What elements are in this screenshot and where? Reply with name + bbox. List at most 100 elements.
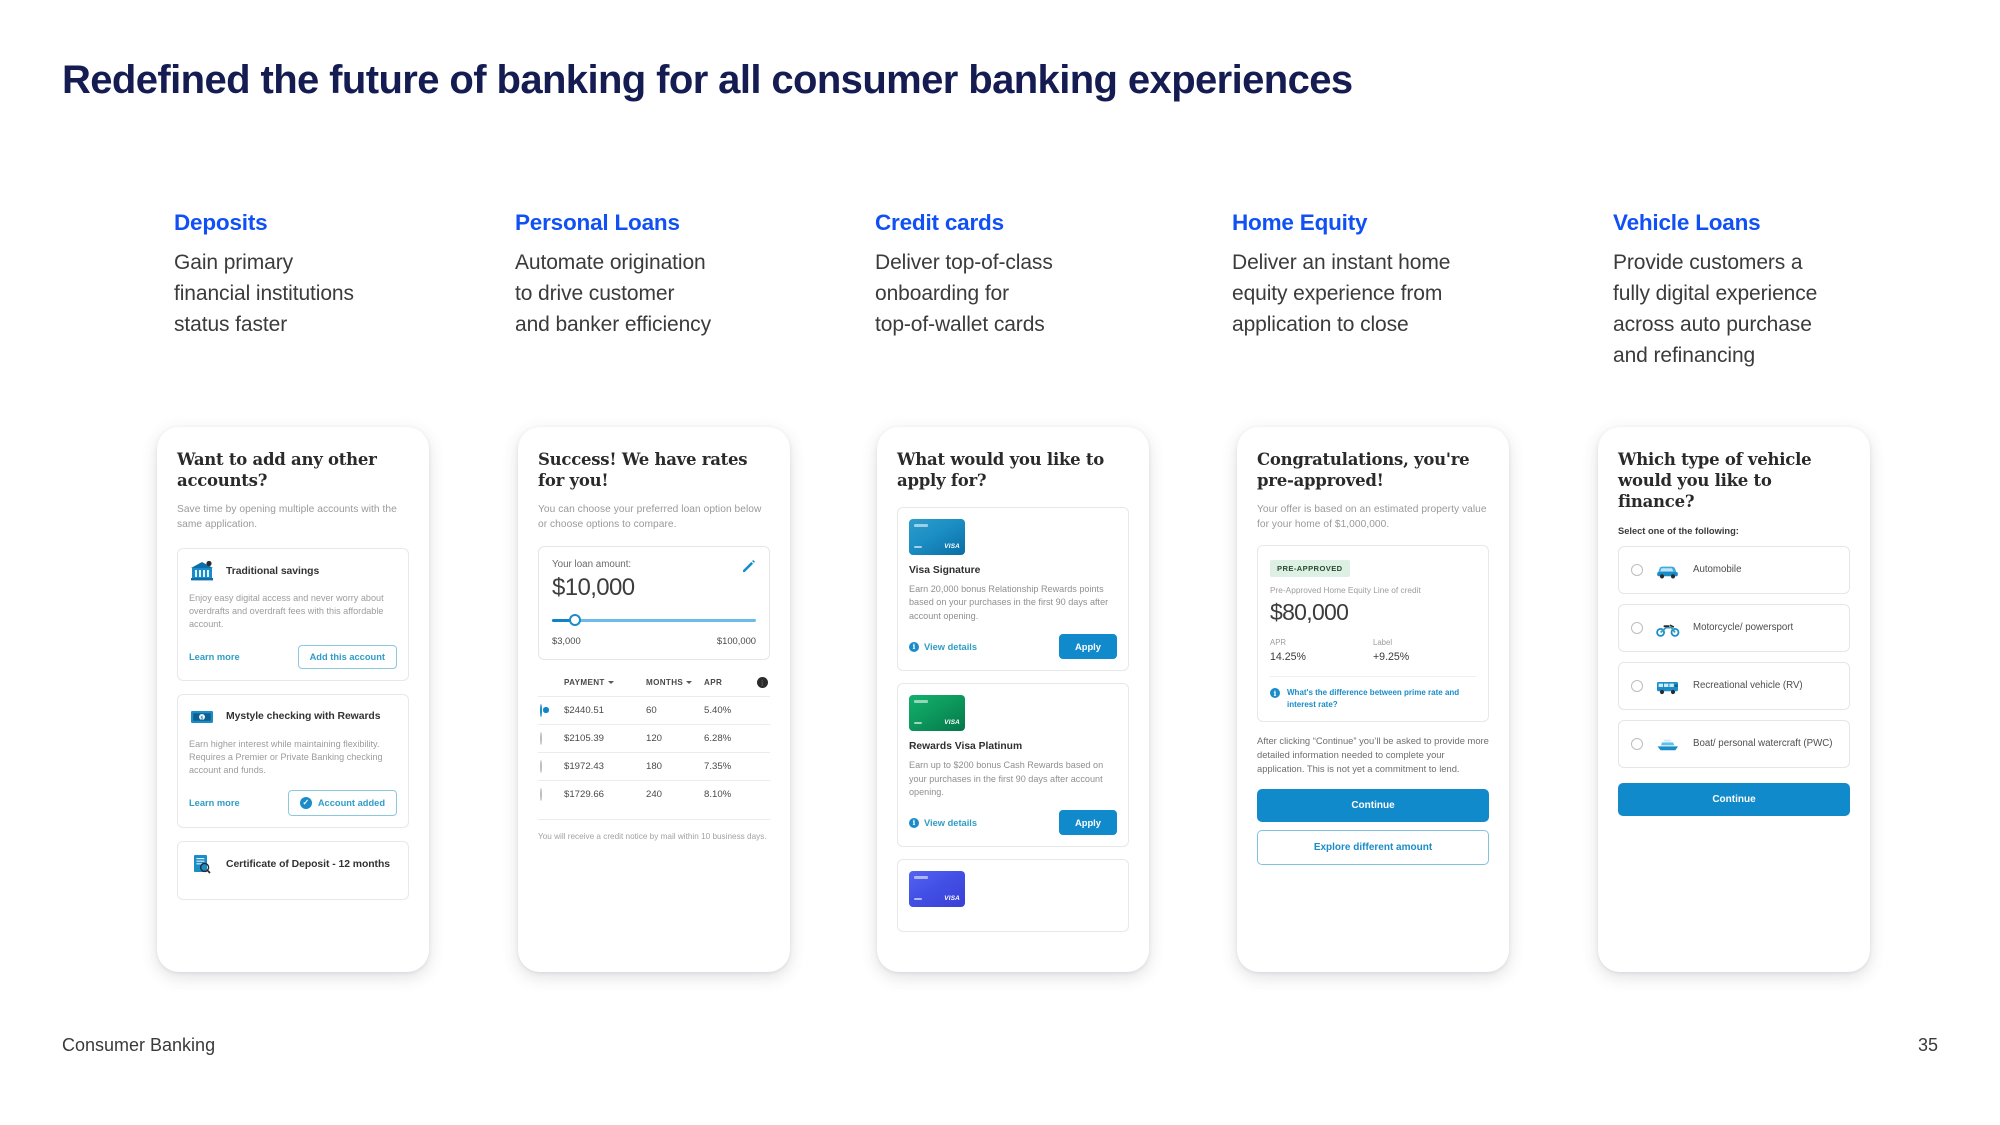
info-icon: i	[909, 817, 919, 828]
apr-key: APR	[1270, 638, 1287, 647]
card-name: Rewards Visa Platinum	[909, 741, 1023, 753]
table-row[interactable]: $2440.51 60 5.40%	[538, 696, 770, 724]
rate-radio[interactable]	[540, 760, 542, 773]
account-name: Mystyle checking with Rewards	[226, 711, 381, 723]
view-details-label: View details	[924, 817, 978, 828]
account-card-mystyle-checking[interactable]: $ Mystyle checking with Rewards Earn hig…	[177, 693, 409, 829]
vehicle-option-boat[interactable]: Boat/ personal watercraft (PWC)	[1618, 720, 1850, 768]
column-header-payment[interactable]: PAYMENT	[564, 678, 646, 687]
column-heading: Deposits	[174, 210, 268, 235]
rate-radio[interactable]	[540, 732, 542, 745]
screen-subtitle: Save time by opening multiple accounts w…	[177, 504, 397, 530]
slider-track	[552, 619, 756, 622]
column-description: Provide customers a fully digital experi…	[1613, 251, 1818, 367]
cell-payment: $2440.51	[564, 705, 605, 716]
apply-button[interactable]: Apply	[1058, 810, 1117, 836]
column-heading: Vehicle Loans	[1613, 210, 1761, 235]
view-details-link[interactable]: i View details	[909, 817, 978, 828]
edit-pencil-icon[interactable]	[742, 559, 756, 573]
pre-approved-offer-card: PRE-APPROVED Pre-Approved Home Equity Li…	[1257, 545, 1489, 723]
continue-button[interactable]: Continue	[1257, 789, 1489, 823]
apply-button[interactable]: Apply	[1058, 634, 1117, 660]
vehicle-radio[interactable]	[1631, 680, 1643, 692]
cell-apr: 8.10%	[704, 789, 732, 800]
visa-logo: VISA	[944, 543, 960, 550]
vehicle-option-motorcycle[interactable]: Motorcycle/ powersport	[1618, 604, 1850, 652]
cell-payment: $2105.39	[564, 733, 605, 744]
column-description: Gain primary financial institutions stat…	[174, 251, 354, 336]
account-description: Earn higher interest while maintaining f…	[189, 738, 383, 776]
credit-card-option-rewards-visa-platinum[interactable]: VISA Rewards Visa Platinum Earn up to $2…	[897, 683, 1129, 848]
explore-different-amount-button[interactable]: Explore different amount	[1257, 830, 1489, 866]
chevron-down-icon	[686, 681, 693, 685]
column-vehicle-loans: Vehicle Loans Provide customers a fully …	[1613, 210, 1913, 371]
document-search-icon	[189, 853, 215, 875]
account-added-button[interactable]: ✓ Account added	[287, 790, 397, 817]
loan-amount-value: $10,000	[552, 574, 635, 601]
rate-radio-selected[interactable]	[540, 704, 542, 717]
account-description: Enjoy easy digital access and never worr…	[189, 593, 384, 630]
vehicle-option-automobile[interactable]: Automobile	[1618, 546, 1850, 594]
continue-button[interactable]: Continue	[1618, 783, 1850, 816]
motorcycle-icon	[1655, 617, 1681, 639]
table-row[interactable]: $2105.39 120 6.28%	[538, 724, 770, 752]
info-icon: i	[909, 641, 919, 652]
table-row[interactable]: $1972.43 180 7.35%	[538, 752, 770, 780]
credit-card-option-visa-signature[interactable]: VISA Visa Signature Earn 20,000 bonus Re…	[897, 507, 1129, 672]
chevron-down-icon	[607, 681, 614, 685]
card-description: Earn up to $200 bonus Cash Rewards based…	[909, 760, 1104, 798]
rate-radio[interactable]	[540, 788, 542, 801]
screen-subtitle: Select one of the following:	[1618, 526, 1739, 536]
column-deposits: Deposits Gain primary financial institut…	[174, 210, 474, 340]
prime-rate-question-text: What's the difference between prime rate…	[1287, 688, 1460, 709]
card-description: Earn 20,000 bonus Relationship Rewards p…	[909, 584, 1109, 621]
phone-mockup-personal-loans: Success! We have rates for you! You can …	[518, 427, 790, 972]
add-this-account-button[interactable]: Add this account	[297, 644, 397, 669]
column-header-months[interactable]: MONTHS	[646, 678, 704, 687]
vehicle-radio[interactable]	[1631, 738, 1643, 750]
column-description: Deliver an instant home equity experienc…	[1232, 251, 1451, 336]
cell-apr: 7.35%	[704, 761, 732, 772]
learn-more-link[interactable]: Learn more	[189, 798, 240, 808]
info-icon[interactable]: i	[757, 677, 768, 688]
screen-subtitle: Your offer is based on an estimated prop…	[1257, 504, 1487, 530]
column-credit-cards: Credit cards Deliver top-of-class onboar…	[875, 210, 1175, 340]
vehicle-option-label: Boat/ personal watercraft (PWC)	[1693, 737, 1833, 749]
account-card-certificate-of-deposit[interactable]: Certificate of Deposit - 12 months	[177, 841, 409, 901]
phone-mockup-deposits: Want to add any other accounts? Save tim…	[157, 427, 429, 972]
screen-title: What would you like to apply for?	[897, 450, 1105, 490]
column-home-equity: Home Equity Deliver an instant home equi…	[1232, 210, 1532, 340]
view-details-link[interactable]: i View details	[909, 641, 977, 652]
learn-more-link[interactable]: Learn more	[189, 652, 240, 662]
vehicle-radio[interactable]	[1631, 622, 1643, 634]
cell-months: 180	[646, 761, 663, 772]
visa-logo: VISA	[944, 895, 960, 903]
boat-icon	[1655, 733, 1681, 755]
column-description: Deliver top-of-class onboarding for top-…	[875, 251, 1053, 336]
money-icon: $	[189, 706, 215, 728]
loan-amount-slider[interactable]	[552, 614, 756, 626]
account-name: Traditional savings	[226, 565, 320, 577]
cell-apr: 5.40%	[704, 705, 732, 716]
phone-mockup-vehicle-loans: Which type of vehicle would you like to …	[1598, 427, 1870, 972]
status-badge: PRE-APPROVED	[1270, 560, 1350, 577]
label-key: Label	[1373, 638, 1393, 647]
table-row[interactable]: $1729.66 240 8.10%	[538, 780, 770, 808]
phone-mockup-credit-cards: What would you like to apply for? VISA V…	[877, 427, 1149, 972]
credit-card-option-third[interactable]: VISA	[897, 859, 1129, 933]
credit-notice-text: You will receive a credit notice by mail…	[538, 819, 770, 843]
prime-rate-question-link[interactable]: i What's the difference between prime ra…	[1270, 676, 1476, 710]
info-icon: i	[1270, 688, 1280, 698]
vehicle-option-label: Recreational vehicle (RV)	[1693, 679, 1803, 691]
label-value: +9.25%	[1373, 651, 1410, 663]
cell-apr: 6.28%	[704, 733, 732, 744]
column-heading: Credit cards	[875, 210, 1004, 235]
account-card-traditional-savings[interactable]: Traditional savings Enjoy easy digital a…	[177, 548, 409, 681]
cell-payment: $1729.66	[564, 789, 605, 800]
loan-amount-label: Your loan amount:	[552, 559, 632, 570]
loan-amount-card[interactable]: Your loan amount: $10,000 $3,000 $100,00…	[538, 546, 770, 660]
vehicle-option-rv[interactable]: Recreational vehicle (RV)	[1618, 662, 1850, 710]
slider-handle[interactable]	[569, 614, 581, 626]
vehicle-radio[interactable]	[1631, 564, 1643, 576]
car-icon	[1655, 559, 1681, 581]
